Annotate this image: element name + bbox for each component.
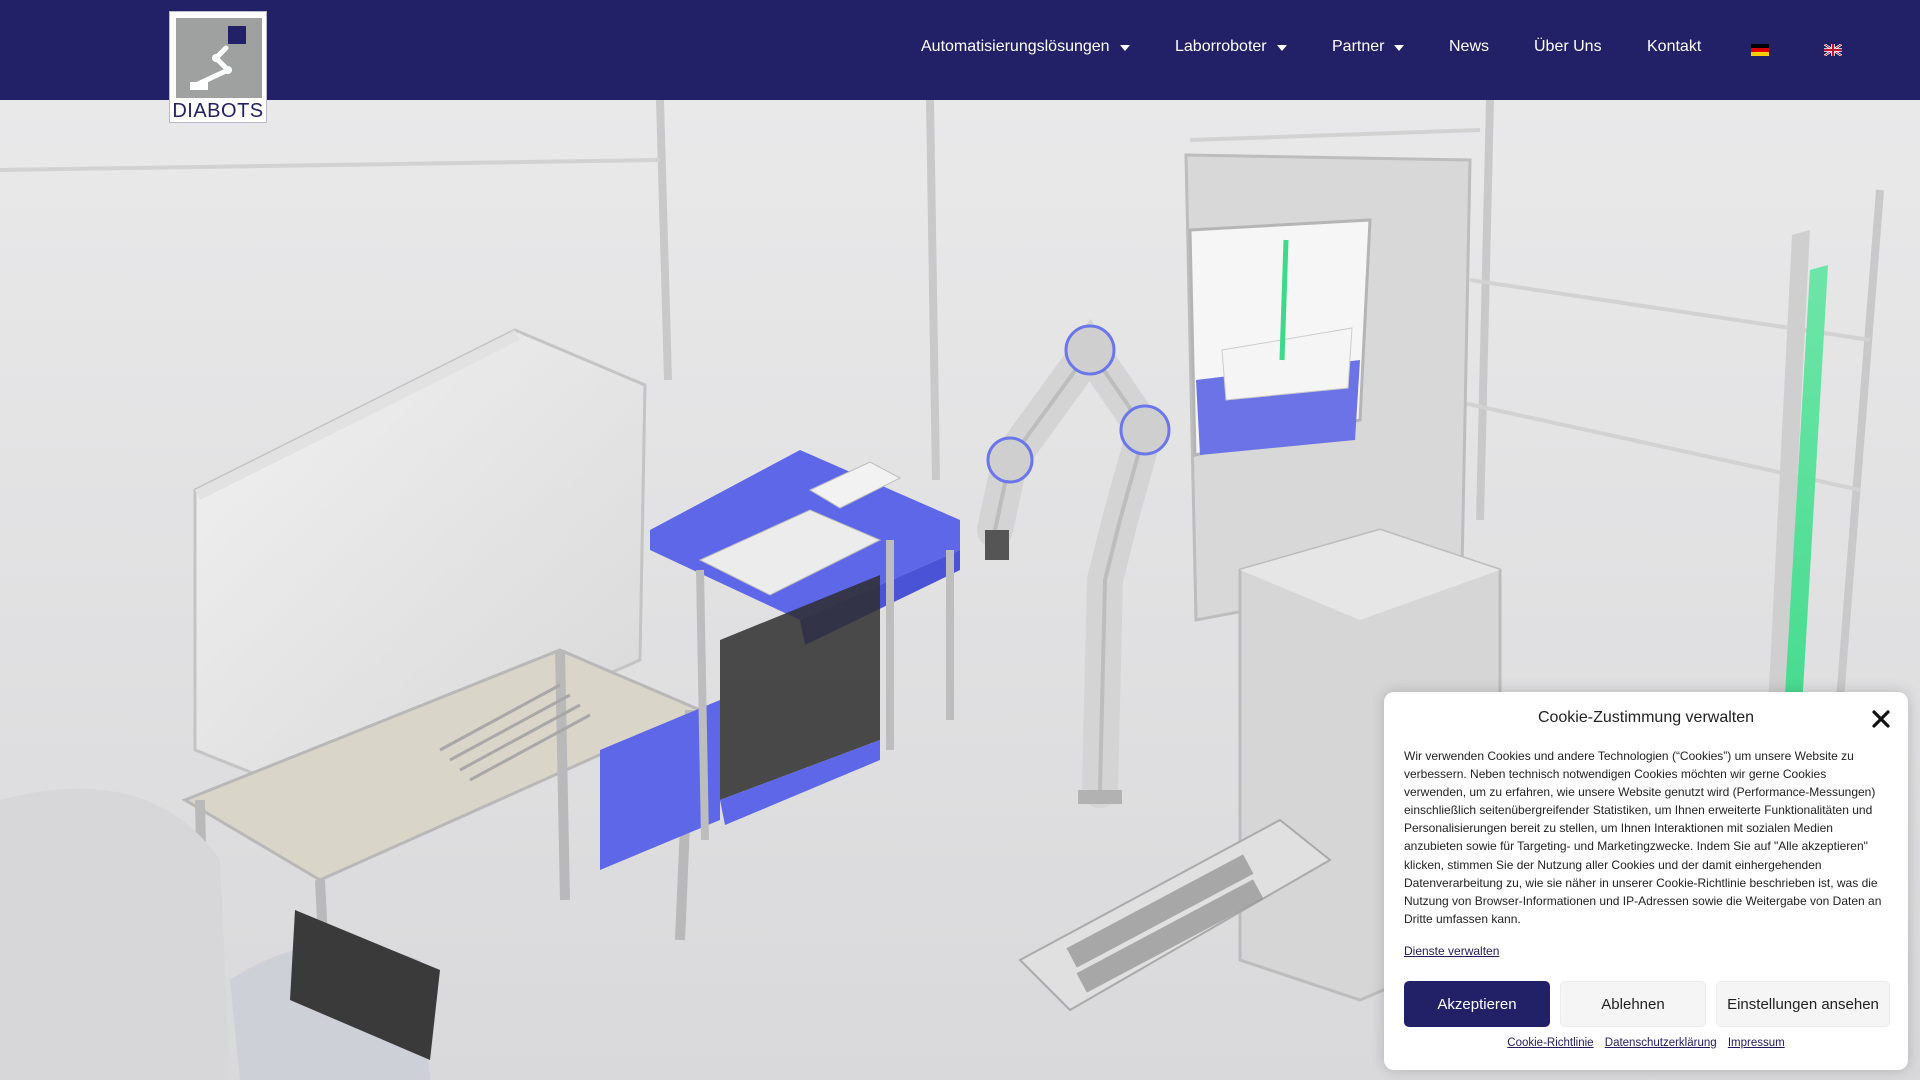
nav-label: Partner xyxy=(1332,38,1385,55)
cookie-description: Wir verwenden Cookies und andere Technol… xyxy=(1404,749,1882,926)
deny-button[interactable]: Ablehnen xyxy=(1560,981,1706,1027)
caret-down-icon xyxy=(1394,45,1405,51)
nav-item-ueber-uns[interactable]: Über Uns xyxy=(1534,38,1602,56)
robot-arm-logo-icon xyxy=(190,26,246,90)
nav-label: News xyxy=(1449,38,1490,55)
logo-text: DIABOTS xyxy=(172,100,264,122)
nav-item-news[interactable]: News xyxy=(1449,38,1489,56)
privacy-policy-link[interactable]: Datenschutzerklärung xyxy=(1605,1037,1717,1049)
nav-item-partner[interactable]: Partner xyxy=(1332,38,1405,56)
nav-label: Kontakt xyxy=(1647,38,1702,55)
caret-down-icon xyxy=(1276,45,1287,51)
imprint-link[interactable]: Impressum xyxy=(1728,1037,1785,1049)
nav-item-laborroboter[interactable]: Laborroboter xyxy=(1175,38,1287,56)
logo-emblem xyxy=(176,18,262,98)
view-preferences-button[interactable]: Einstellungen ansehen xyxy=(1716,981,1890,1027)
site-logo[interactable]: DIABOTS xyxy=(169,11,267,123)
accept-button[interactable]: Akzeptieren xyxy=(1404,981,1550,1027)
cookie-dialog-title: Cookie-Zustimmung verwalten xyxy=(1537,709,1755,726)
cookie-policy-link[interactable]: Cookie-Richtlinie xyxy=(1507,1037,1593,1049)
nav-label: Über Uns xyxy=(1534,38,1602,55)
cookie-footer-links: Cookie-Richtlinie Datenschutzerklärung I… xyxy=(1384,1037,1908,1049)
site-header: Automatisierungslösungen Laborroboter Pa… xyxy=(0,0,1920,100)
caret-down-icon xyxy=(1119,45,1130,51)
nav-item-kontakt[interactable]: Kontakt xyxy=(1647,38,1701,56)
close-icon[interactable] xyxy=(1870,708,1892,730)
nav-item-automatisierungsloesungen[interactable]: Automatisierungslösungen xyxy=(921,38,1130,56)
manage-services-link[interactable]: Dienste verwalten xyxy=(1404,944,1499,958)
cookie-consent-dialog: Cookie-Zustimmung verwalten Wir verwende… xyxy=(1384,692,1908,1070)
de-flag-icon[interactable] xyxy=(1751,44,1769,56)
en-flag-icon[interactable] xyxy=(1824,44,1842,56)
nav-label: Laborroboter xyxy=(1175,38,1267,55)
nav-label: Automatisierungslösungen xyxy=(921,38,1110,55)
